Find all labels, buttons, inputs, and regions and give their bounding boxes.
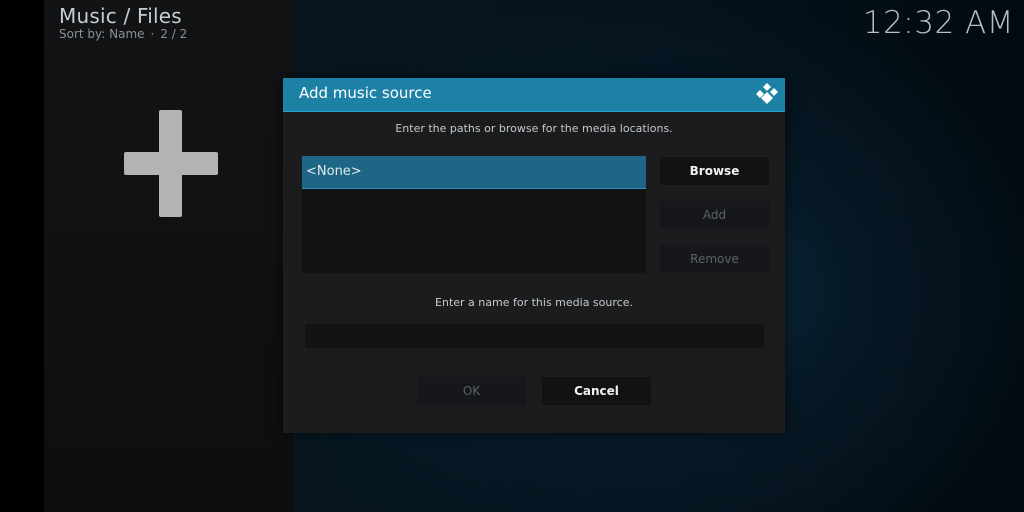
left-panel <box>44 0 294 512</box>
remove-button[interactable]: Remove <box>660 245 769 273</box>
page-title: Music / Files <box>59 4 182 28</box>
add-source-dialog: Add music source Enter the paths or brow… <box>283 78 785 433</box>
kodi-screen: Music / Files Sort by: Name · 2 / 2 12:32 … <box>0 0 1024 512</box>
path-list-item[interactable]: <None> <box>302 156 646 189</box>
ok-button[interactable]: OK <box>417 377 526 405</box>
sort-info: Sort by: Name · 2 / 2 <box>59 27 187 41</box>
cancel-button[interactable]: Cancel <box>542 377 651 405</box>
page-info: 2 / 2 <box>160 27 188 41</box>
paths-hint: Enter the paths or browse for the media … <box>395 122 673 135</box>
path-item-label: <None> <box>306 164 362 179</box>
source-name-input[interactable] <box>305 324 764 348</box>
dialog-header: Add music source <box>283 78 785 112</box>
clock: 12:32 AM <box>862 5 1014 41</box>
kodi-logo-icon <box>756 83 778 104</box>
dialog-title: Add music source <box>299 84 432 102</box>
separator: · <box>150 27 155 41</box>
path-list: <None> <box>302 156 646 273</box>
sort-label: Sort by: Name <box>59 27 145 41</box>
name-hint: Enter a name for this media source. <box>435 296 633 309</box>
add-button[interactable]: Add <box>660 201 769 229</box>
plus-icon[interactable] <box>124 110 218 217</box>
plus-icon-horizontal <box>124 152 218 175</box>
browse-button[interactable]: Browse <box>660 157 769 185</box>
